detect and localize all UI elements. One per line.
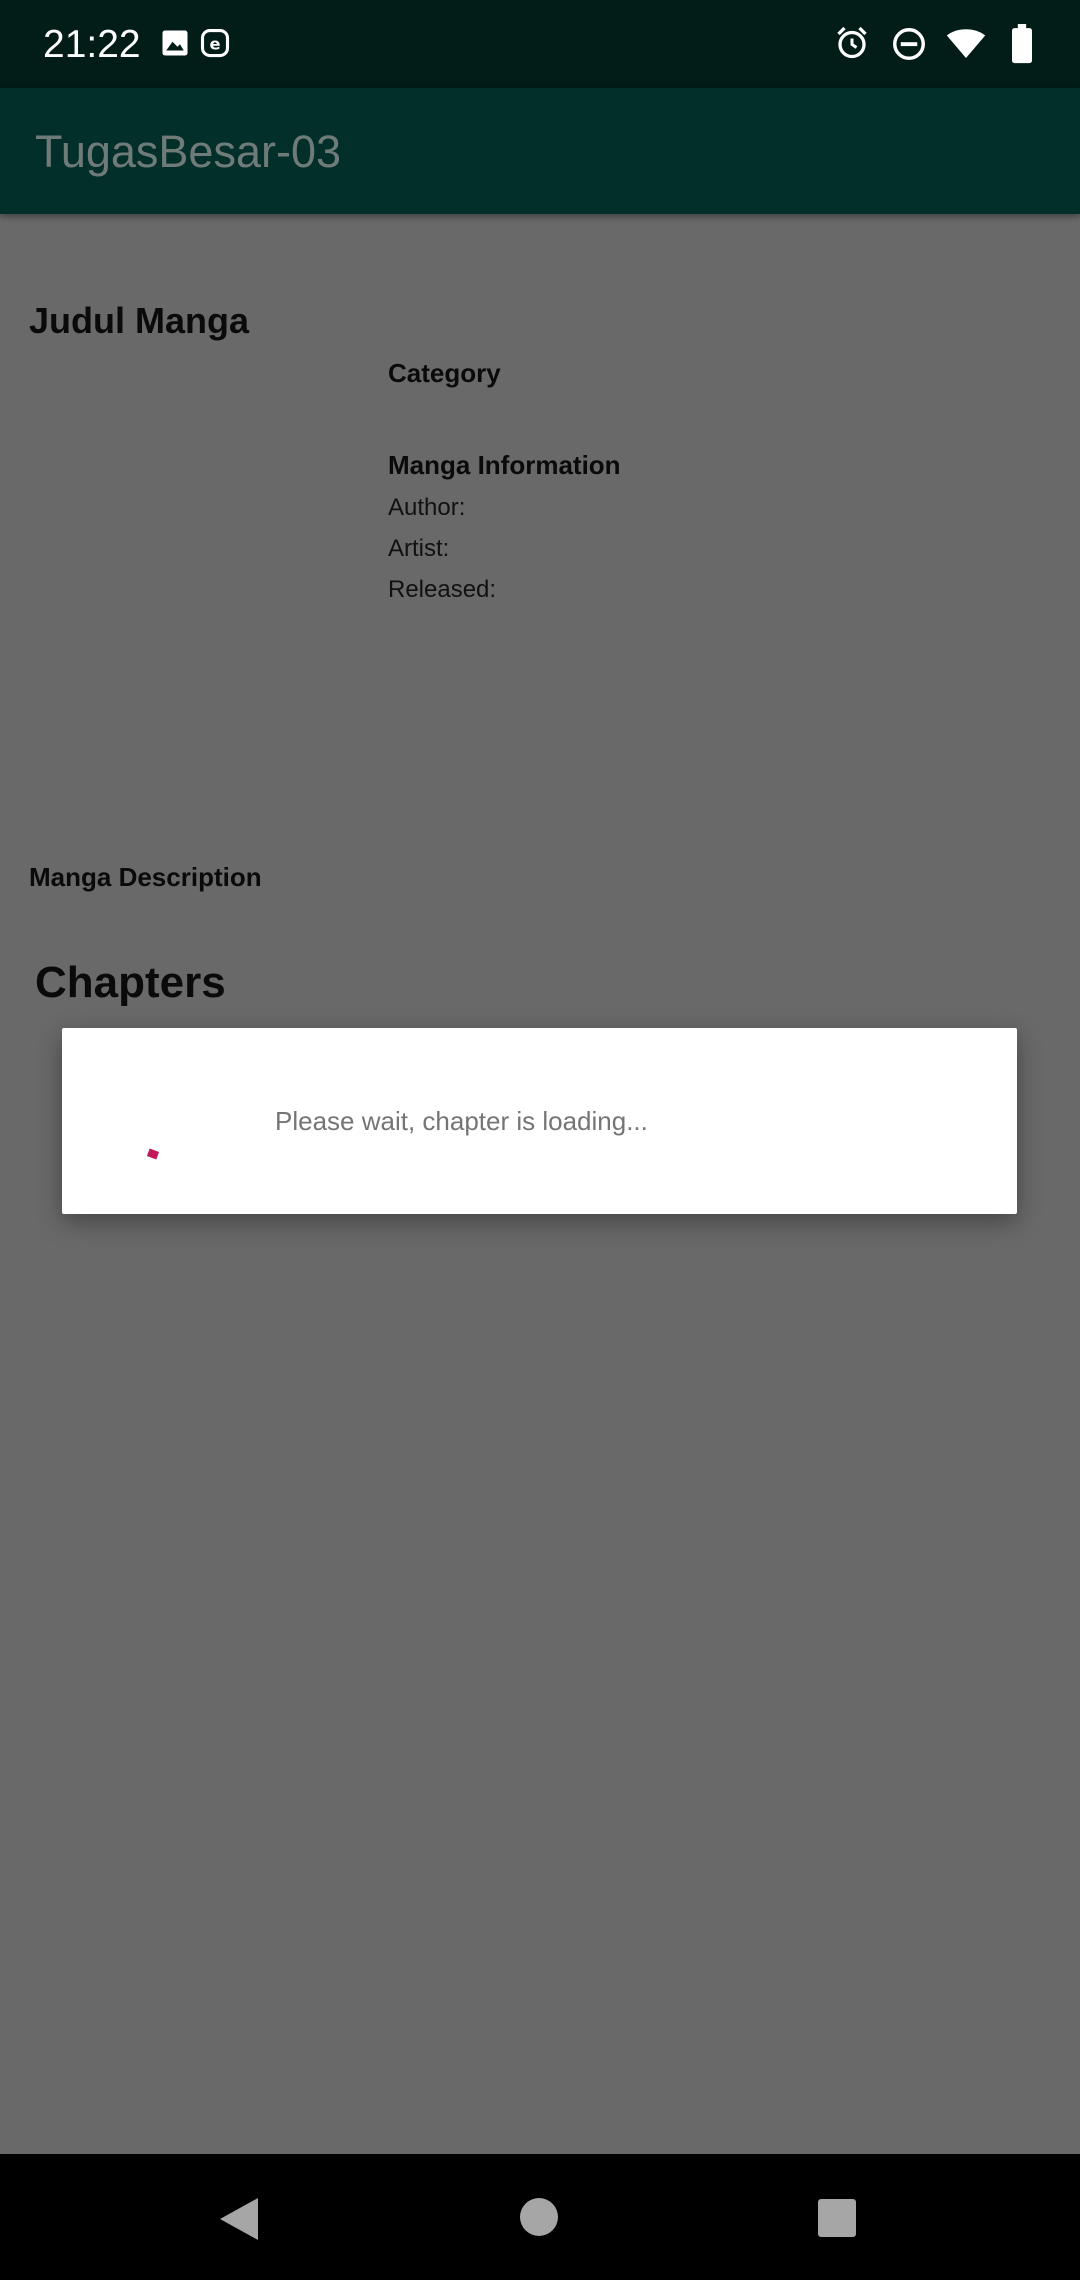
artist-label: Artist: bbox=[388, 535, 450, 562]
alarm-icon bbox=[834, 24, 870, 67]
status-bar: 21:22 e bbox=[0, 0, 1080, 88]
manga-description-heading: Manga Description bbox=[29, 862, 262, 892]
manga-title: Judul Manga bbox=[29, 300, 250, 341]
status-time: 21:22 bbox=[43, 23, 141, 66]
recents-icon[interactable] bbox=[817, 2198, 857, 2243]
screen: 21:22 e TugasBesar-03 Judul Manga Catego… bbox=[0, 0, 1080, 2280]
do-not-disturb-icon bbox=[891, 26, 927, 67]
home-icon[interactable] bbox=[519, 2197, 559, 2242]
released-label: Released: bbox=[388, 576, 497, 603]
manga-information-heading: Manga Information bbox=[388, 450, 621, 480]
image-icon bbox=[160, 28, 190, 63]
svg-text:e: e bbox=[209, 34, 220, 53]
e-notification-icon: e bbox=[200, 28, 230, 63]
category-heading: Category bbox=[388, 358, 501, 388]
back-icon[interactable] bbox=[218, 2196, 260, 2247]
wifi-icon bbox=[946, 26, 986, 65]
app-bar: TugasBesar-03 bbox=[0, 88, 1080, 214]
loading-message: Please wait, chapter is loading... bbox=[275, 1106, 648, 1136]
battery-icon bbox=[1009, 24, 1035, 69]
navigation-bar bbox=[0, 2154, 1080, 2280]
app-title: TugasBesar-03 bbox=[35, 126, 341, 177]
author-label: Author: bbox=[388, 494, 466, 521]
chapters-heading: Chapters bbox=[35, 958, 226, 1007]
